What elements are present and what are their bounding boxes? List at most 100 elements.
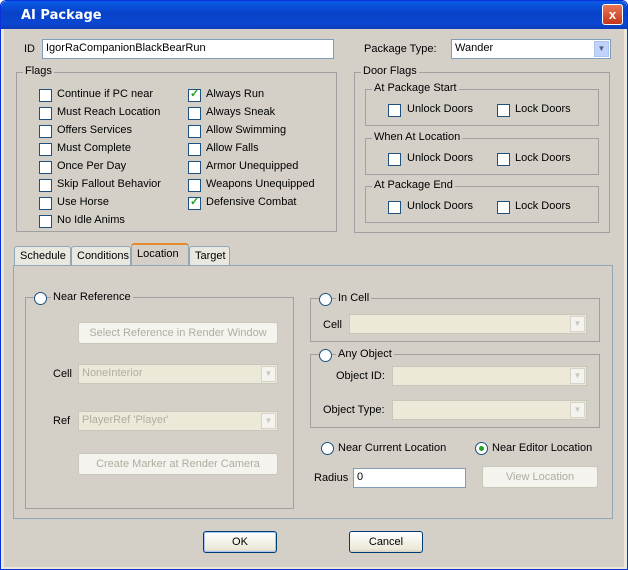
dialog-client: ID IgorRaCompanionBlackBearRun Package T…	[4, 29, 624, 567]
flag-left-checkbox-5[interactable]	[39, 179, 52, 192]
flag-right-checkbox-2[interactable]	[188, 125, 201, 138]
in-cell-radio[interactable]	[319, 293, 332, 306]
window-title: AI Package	[21, 8, 102, 23]
location-tab-panel: Near Reference Select Reference in Rende…	[13, 265, 613, 519]
chevron-down-icon[interactable]: ▼	[570, 402, 585, 418]
near-ref-ref-label: Ref	[53, 415, 71, 427]
flag-right-checkbox-6[interactable]	[188, 195, 201, 210]
view-location-button[interactable]: View Location	[482, 466, 598, 488]
tab-conditions[interactable]: Conditions	[71, 246, 131, 265]
unlock-doors-end-checkbox[interactable]	[388, 201, 401, 214]
unlock-doors-location-checkbox[interactable]	[388, 153, 401, 166]
flag-left-checkbox-1[interactable]	[39, 107, 52, 120]
any-object-label: Any Object	[336, 348, 394, 360]
tab-strip: Schedule Conditions Location Target	[14, 243, 614, 266]
flags-title: Flags	[23, 65, 54, 77]
flag-left-checkbox-3[interactable]	[39, 143, 52, 156]
flag-right-label-0: Always Run	[206, 88, 265, 100]
flag-right-label-1: Always Sneak	[206, 106, 276, 118]
package-type-select[interactable]: Wander ▼	[451, 39, 611, 59]
flag-right-checkbox-4[interactable]	[188, 161, 201, 174]
id-input[interactable]: IgorRaCompanionBlackBearRun	[42, 39, 334, 59]
object-id-select[interactable]: ▼	[392, 366, 587, 386]
flag-left-label-3: Must Complete	[57, 142, 131, 154]
lock-doors-location-checkbox[interactable]	[497, 153, 510, 166]
door-group-location: When At Location Unlock Doors Lock Doors	[365, 131, 599, 175]
in-cell-group: In Cell Cell ▼	[310, 292, 600, 342]
near-ref-cell-value: NoneInterior	[82, 367, 143, 379]
near-current-location-radio[interactable]	[321, 442, 334, 455]
flag-left-label-4: Once Per Day	[57, 160, 127, 172]
flag-left-checkbox-2[interactable]	[39, 125, 52, 138]
close-icon: x	[608, 7, 617, 22]
lock-doors-start-checkbox[interactable]	[497, 104, 510, 117]
flag-left-label-7: No Idle Anims	[57, 214, 125, 226]
lock-doors-end-label: Lock Doors	[515, 200, 571, 212]
chevron-down-icon[interactable]: ▼	[570, 316, 585, 332]
flag-left-label-1: Must Reach Location	[57, 106, 161, 118]
tab-schedule[interactable]: Schedule	[14, 246, 71, 265]
near-editor-location-label: Near Editor Location	[492, 442, 593, 454]
radius-label: Radius	[314, 472, 349, 484]
ok-button[interactable]: OK	[203, 531, 277, 553]
door-group-start-title: At Package Start	[372, 82, 459, 94]
chevron-down-icon[interactable]: ▼	[261, 413, 276, 429]
package-type-value: Wander	[455, 42, 494, 54]
flags-group: Flags Continue if PC near Must Reach Loca…	[16, 65, 337, 232]
radius-input[interactable]: 0	[353, 468, 466, 488]
unlock-doors-start-label: Unlock Doors	[407, 103, 474, 115]
flag-right-checkbox-3[interactable]	[188, 143, 201, 156]
flag-left-label-2: Offers Services	[57, 124, 132, 136]
chevron-down-icon[interactable]: ▼	[570, 368, 585, 384]
select-reference-button[interactable]: Select Reference in Render Window	[78, 322, 278, 344]
object-type-select[interactable]: ▼	[392, 400, 587, 420]
title-bar[interactable]: AI Package x	[1, 1, 627, 29]
tab-location[interactable]: Location	[131, 243, 189, 265]
flag-right-label-5: Weapons Unequipped	[206, 178, 315, 190]
door-group-start: At Package Start Unlock Doors Lock Doors	[365, 82, 599, 126]
door-group-end: At Package End Unlock Doors Lock Doors	[365, 179, 599, 223]
near-reference-label: Near Reference	[51, 291, 133, 303]
lock-doors-location-label: Lock Doors	[515, 152, 571, 164]
flag-left-checkbox-4[interactable]	[39, 161, 52, 174]
close-button[interactable]: x	[602, 4, 623, 25]
chevron-down-icon[interactable]: ▼	[261, 366, 276, 382]
lock-doors-start-label: Lock Doors	[515, 103, 571, 115]
flag-left-checkbox-7[interactable]	[39, 215, 52, 228]
cancel-button[interactable]: Cancel	[349, 531, 423, 553]
door-group-end-title: At Package End	[372, 179, 455, 191]
near-current-location-label: Near Current Location	[338, 442, 447, 454]
unlock-doors-start-checkbox[interactable]	[388, 104, 401, 117]
flag-left-label-5: Skip Fallout Behavior	[57, 178, 161, 190]
in-cell-label: In Cell	[336, 292, 372, 304]
near-ref-ref-select[interactable]: PlayerRef 'Player' ▼	[78, 411, 278, 431]
tab-target[interactable]: Target	[189, 246, 230, 265]
door-group-location-title: When At Location	[372, 131, 463, 143]
near-reference-group: Near Reference Select Reference in Rende…	[25, 291, 294, 509]
unlock-doors-location-label: Unlock Doors	[407, 152, 474, 164]
near-ref-ref-value: PlayerRef 'Player'	[82, 414, 169, 426]
create-marker-button[interactable]: Create Marker at Render Camera	[78, 453, 278, 475]
lock-doors-end-checkbox[interactable]	[497, 201, 510, 214]
flag-left-checkbox-0[interactable]	[39, 89, 52, 102]
flag-left-label-0: Continue if PC near	[57, 88, 153, 100]
flag-right-label-3: Allow Falls	[206, 142, 259, 154]
any-object-group: Any Object Object ID: ▼ Object Type: ▼	[310, 348, 600, 428]
near-editor-location-radio[interactable]	[475, 442, 488, 455]
near-ref-cell-label: Cell	[53, 368, 72, 380]
object-id-label: Object ID:	[336, 370, 385, 382]
flag-right-checkbox-0[interactable]	[188, 87, 201, 102]
flag-right-checkbox-1[interactable]	[188, 107, 201, 120]
in-cell-cell-select[interactable]: ▼	[349, 314, 587, 334]
chevron-down-icon[interactable]: ▼	[594, 41, 609, 57]
object-type-label: Object Type:	[323, 404, 385, 416]
flag-left-checkbox-6[interactable]	[39, 197, 52, 210]
any-object-radio[interactable]	[319, 349, 332, 362]
id-label: ID	[24, 43, 35, 55]
door-flags-group: Door Flags At Package Start Unlock Doors…	[354, 65, 610, 233]
flag-right-checkbox-5[interactable]	[188, 179, 201, 192]
near-reference-radio[interactable]	[34, 292, 47, 305]
flag-left-label-6: Use Horse	[57, 196, 109, 208]
near-ref-cell-select[interactable]: NoneInterior ▼	[78, 364, 278, 384]
unlock-doors-end-label: Unlock Doors	[407, 200, 474, 212]
